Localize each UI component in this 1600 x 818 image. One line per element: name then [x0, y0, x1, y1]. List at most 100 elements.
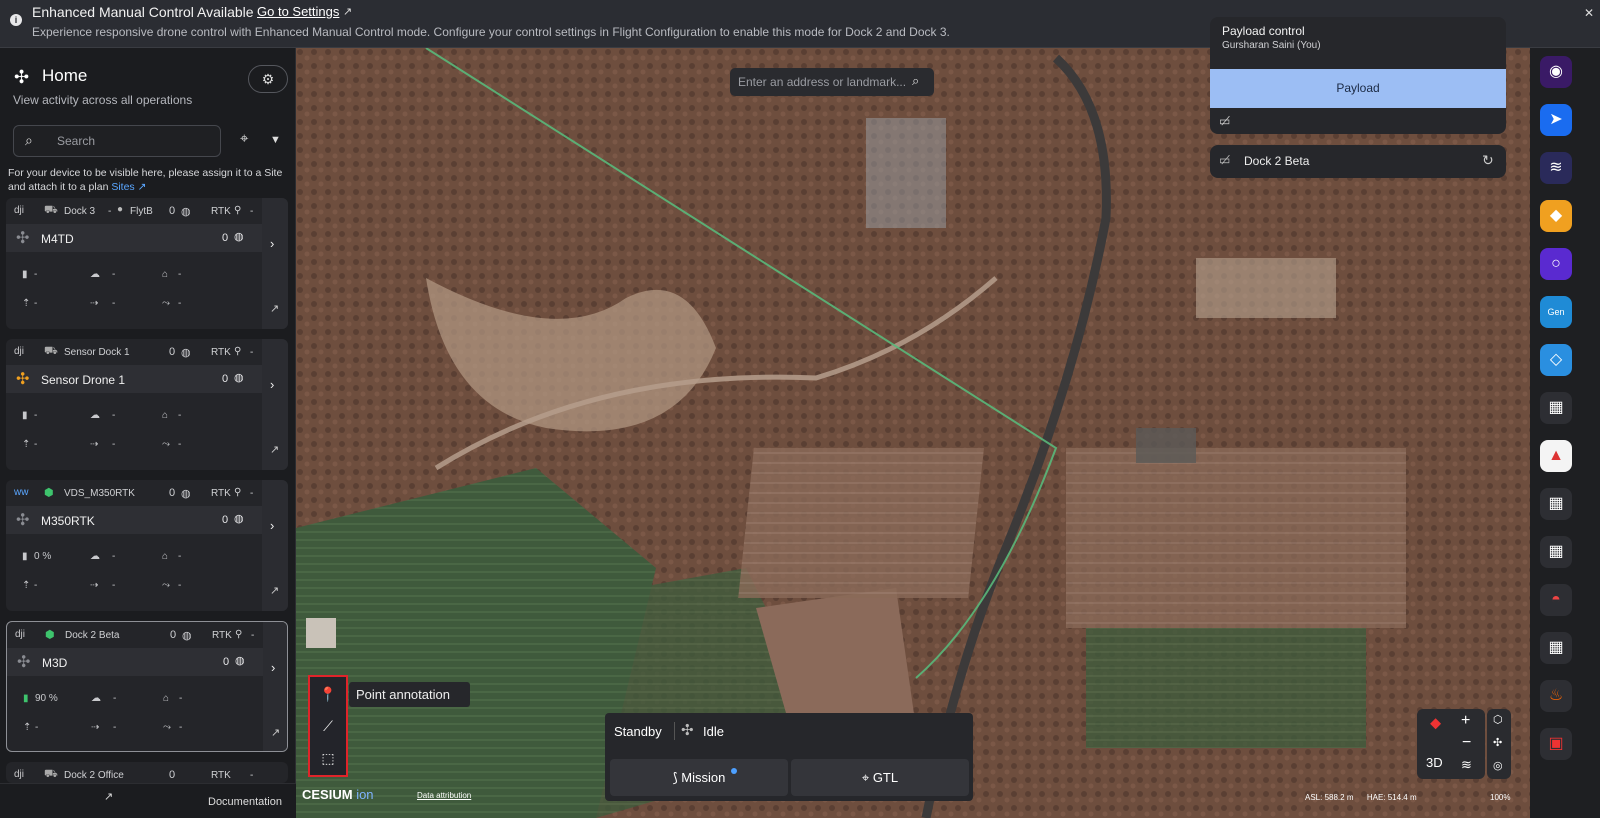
chevron-right-icon[interactable]: ›	[270, 377, 274, 392]
cesium-text: CESIUM	[302, 787, 353, 802]
grid-icon[interactable]: ▦	[1540, 632, 1572, 664]
chevron-right-icon[interactable]: ›	[271, 660, 275, 675]
grid-icon[interactable]: ▦	[1540, 488, 1572, 520]
locate-icon[interactable]: ◎	[1493, 759, 1503, 772]
dock-header: dji ⛟ Dock 2 Office 0 RTK -	[6, 762, 262, 783]
integration-icon[interactable]: ▣	[1540, 728, 1572, 760]
data-attribution-link[interactable]: Data attribution	[417, 791, 471, 800]
layers-icon[interactable]: ≋	[1461, 757, 1472, 773]
zoom-in-button[interactable]: +	[1461, 712, 1470, 730]
point-annotation-button[interactable]: 📍	[317, 683, 339, 705]
payload-button[interactable]: Payload	[1210, 69, 1506, 108]
telemetry-row: ▮ - ☁ - ⌂ -	[6, 401, 262, 429]
address-search-input[interactable]: Enter an address or landmark... ⌕	[730, 68, 934, 96]
drone-row[interactable]: ✣ Sensor Drone 1 0 ◍	[6, 365, 262, 393]
dock-feed-panel[interactable]: ▭̸ Dock 2 Beta ↻	[1210, 145, 1506, 178]
close-icon[interactable]: ✕	[1584, 6, 1594, 20]
rtk-label: RTK	[211, 347, 231, 358]
dock-name: Dock 2 Office	[64, 770, 124, 781]
satellite-icon: ⚲	[234, 346, 242, 357]
speed-icon: ⇢	[90, 580, 99, 591]
view-mode-button[interactable]: 3D	[1426, 755, 1443, 770]
battery-value: 90 %	[35, 693, 58, 704]
device-card[interactable]: dji ⛟ Dock 2 Office 0 RTK -	[6, 762, 288, 783]
open-external-icon[interactable]: ↗	[270, 443, 279, 456]
drone-row[interactable]: ✣ M3D 0 ◍	[7, 648, 263, 676]
home-value: -	[178, 269, 182, 280]
distance-value: -	[178, 298, 182, 309]
device-card-selected[interactable]: dji ⬢ Dock 2 Beta 0 ◍ RTK ⚲ - ✣ M3D 0 ◍ …	[6, 621, 288, 752]
signal-icon: ◍	[234, 372, 244, 384]
chevron-down-icon[interactable]: ▼	[270, 134, 281, 146]
altitude-readout: ASL: 588.2 m HAE: 514.4 m	[1305, 793, 1417, 802]
dock-icon: ⬢	[45, 629, 55, 641]
mission-button[interactable]: ⟆ Mission	[610, 759, 788, 796]
go-to-settings-link[interactable]: Go to Settings	[257, 4, 339, 19]
area-annotation-button[interactable]: ⬚	[317, 747, 339, 769]
camera-off-icon: ▭̸	[1219, 114, 1231, 128]
integration-icon[interactable]: ◆	[1540, 200, 1572, 232]
search-icon[interactable]: ⌕	[912, 73, 919, 89]
send-icon[interactable]: ➤	[1540, 104, 1572, 136]
integrations-rail: ◉ ➤ ≋ ◆ ○ Gen ◇ ▦ ▲ ▦ ▦ ◓ ▦ ♨ ▣	[1530, 48, 1600, 818]
drone-icon: ✣	[681, 722, 694, 739]
sidebar-footer: Documentation ↗	[0, 783, 296, 818]
diamond-icon[interactable]: ◇	[1540, 344, 1572, 376]
alarm-icon[interactable]: ▲	[1540, 440, 1572, 472]
mission-label: Mission	[681, 770, 726, 785]
open-external-icon[interactable]: ↗	[270, 302, 279, 315]
fire-icon[interactable]: ♨	[1540, 680, 1572, 712]
battery-icon: ▮	[22, 551, 28, 562]
siren-icon[interactable]: ◓	[1540, 584, 1572, 616]
battery-icon: ▮	[22, 269, 28, 280]
device-card[interactable]: dji ⛟ Sensor Dock 1 0 ◍ RTK ⚲ - ✣ Sensor…	[6, 339, 288, 470]
cube-icon[interactable]: ⬡	[1493, 713, 1503, 726]
chevron-right-icon[interactable]: ›	[270, 236, 274, 251]
drone-icon[interactable]: ✣	[1493, 736, 1502, 749]
hae-value: 514.4 m	[1387, 793, 1417, 802]
genetec-icon[interactable]: Gen	[1540, 296, 1572, 328]
dji-logo-icon: dji	[14, 205, 25, 216]
user-settings-button[interactable]: ⚙	[248, 65, 288, 93]
signal-icon: ◍	[181, 347, 191, 359]
grid-icon[interactable]: ▦	[1540, 392, 1572, 424]
documentation-link[interactable]: Documentation ↗	[104, 790, 282, 808]
open-external-icon[interactable]: ↗	[270, 584, 279, 597]
card-side: › ↗	[262, 480, 288, 611]
drone-row[interactable]: ✣ M4TD 0 ◍	[6, 224, 262, 252]
rtk-label: RTK	[211, 206, 231, 217]
speed-icon: ⇢	[90, 298, 99, 309]
map-pin-filter-icon[interactable]: ⌖	[240, 130, 248, 147]
gtl-button[interactable]: ⌖ GTL	[791, 759, 969, 796]
drone-icon: ✣	[16, 230, 30, 247]
integration-icon[interactable]: ≋	[1540, 152, 1572, 184]
compass-icon[interactable]: ⬥	[1430, 715, 1441, 733]
sites-link[interactable]: Sites	[111, 181, 134, 193]
buildings	[866, 118, 946, 228]
card-side: › ↗	[263, 622, 287, 751]
telemetry-row: ⇡ - ⇢ - ⤳ -	[6, 289, 262, 317]
zoom-out-button[interactable]: −	[1462, 734, 1471, 752]
external-link-icon: ↗	[343, 6, 353, 18]
search-input[interactable]: ⌕ Search	[13, 125, 221, 157]
weather-value: -	[113, 693, 117, 704]
telemetry-row: ⇡ - ⇢ - ⤳ -	[6, 430, 262, 458]
open-external-icon[interactable]: ↗	[271, 726, 280, 739]
rtk-value: -	[251, 630, 255, 641]
battery-value: -	[34, 410, 38, 421]
chevron-right-icon[interactable]: ›	[270, 518, 274, 533]
drone-count: 0	[223, 656, 230, 668]
line-annotation-button[interactable]: ⟋	[317, 715, 339, 737]
integration-icon[interactable]: ◉	[1540, 56, 1572, 88]
count-value: 0	[169, 769, 176, 781]
device-card[interactable]: dji ⛟ Dock 3 - ● FlytB 0 ◍ RTK ⚲ - ✣ M4T…	[6, 198, 288, 329]
cesium-logo: CESIUM ion	[302, 787, 374, 802]
device-card[interactable]: ww ⬢ VDS_M350RTK 0 ◍ RTK ⚲ - ✣ M350RTK 0…	[6, 480, 288, 611]
speed-value: -	[112, 439, 116, 450]
drone-row[interactable]: ✣ M350RTK 0 ◍	[6, 506, 262, 534]
integration-icon[interactable]: ○	[1540, 248, 1572, 280]
count-value: 0	[169, 487, 176, 499]
speed-icon: ⇢	[90, 439, 99, 450]
grid-icon[interactable]: ▦	[1540, 536, 1572, 568]
refresh-icon[interactable]: ↻	[1482, 152, 1494, 169]
